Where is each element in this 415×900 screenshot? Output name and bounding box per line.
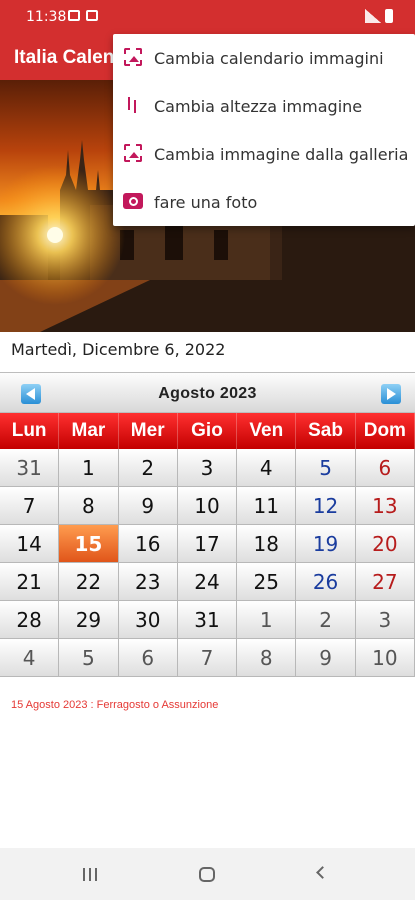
menu-item-label: Cambia altezza immagine: [154, 96, 363, 116]
next-month-button[interactable]: [381, 384, 401, 404]
weekday-tue: Mar: [59, 413, 119, 449]
day-cell[interactable]: 1: [237, 601, 297, 639]
weekday-thu: Gio: [178, 413, 238, 449]
day-cell[interactable]: 4: [0, 639, 60, 677]
weekday-header: Lun Mar Mer Gio Ven Sab Dom: [0, 413, 415, 449]
menu-item-label: Cambia immagine dalla galleria: [154, 144, 409, 164]
day-cell[interactable]: 1: [59, 449, 119, 487]
home-icon[interactable]: [199, 867, 215, 882]
day-cell[interactable]: 5: [59, 639, 119, 677]
day-cell[interactable]: 4: [237, 449, 297, 487]
weekday-sat: Sab: [296, 413, 356, 449]
day-cell[interactable]: 17: [177, 525, 238, 563]
day-cell[interactable]: 9: [118, 487, 178, 525]
gallery-icon: [124, 144, 142, 162]
day-cell[interactable]: 16: [118, 525, 178, 563]
options-menu: Cambia calendario immagini Cambia altezz…: [113, 34, 415, 226]
menu-item-change-image-height[interactable]: Cambia altezza immagine: [113, 82, 415, 130]
recents-icon[interactable]: [83, 868, 97, 881]
day-cell[interactable]: 6: [355, 449, 415, 487]
menu-item-change-image-from-gallery[interactable]: Cambia immagine dalla galleria: [113, 130, 415, 178]
day-cell[interactable]: 6: [118, 639, 178, 677]
calendar: Agosto 2023 Lun Mar Mer Gio Ven Sab Dom …: [0, 372, 415, 677]
menu-item-change-calendar-images[interactable]: Cambia calendario immagini: [113, 34, 415, 82]
status-time: 11:38: [26, 9, 67, 25]
status-bar: 11:38: [0, 0, 415, 34]
system-navigation-bar: [0, 848, 415, 900]
day-cell[interactable]: 12: [296, 487, 356, 525]
holiday-note: 15 Agosto 2023 : Ferragosto o Assunzione: [11, 699, 219, 711]
day-cell[interactable]: 10: [355, 639, 415, 677]
weekday-mon: Lun: [0, 413, 60, 449]
day-cell[interactable]: 28: [0, 601, 60, 639]
day-cell[interactable]: 3: [177, 449, 238, 487]
day-cell[interactable]: 2: [118, 449, 178, 487]
day-cell[interactable]: 18: [237, 525, 297, 563]
weekday-fri: Ven: [237, 413, 297, 449]
day-cell[interactable]: 10: [177, 487, 238, 525]
weekday-wed: Mer: [119, 413, 178, 449]
signal-icon: [365, 9, 381, 23]
day-cell[interactable]: 31: [177, 601, 238, 639]
day-cell[interactable]: 27: [355, 563, 415, 601]
day-cell[interactable]: 30: [118, 601, 178, 639]
day-cell[interactable]: 22: [59, 563, 119, 601]
day-cell[interactable]: 9: [296, 639, 356, 677]
day-cell[interactable]: 21: [0, 563, 60, 601]
day-cell[interactable]: 3: [355, 601, 415, 639]
menu-item-label: Cambia calendario immagini: [154, 48, 384, 68]
weekday-sun: Dom: [356, 413, 415, 449]
day-cell[interactable]: 29: [59, 601, 119, 639]
image-icon: [124, 48, 142, 66]
notification-icon: [86, 10, 98, 21]
day-cell[interactable]: 7: [177, 639, 238, 677]
month-label: Agosto 2023: [158, 385, 257, 402]
day-cell[interactable]: 25: [237, 563, 297, 601]
day-cell[interactable]: 7: [0, 487, 60, 525]
day-cell[interactable]: 26: [296, 563, 356, 601]
back-icon[interactable]: [316, 866, 329, 879]
day-cell[interactable]: 23: [118, 563, 178, 601]
battery-icon: [385, 9, 393, 23]
day-cell[interactable]: 24: [177, 563, 238, 601]
menu-item-label: fare una foto: [154, 192, 258, 212]
current-date: Martedì, Dicembre 6, 2022: [11, 340, 226, 359]
month-navigation: Agosto 2023: [0, 372, 415, 413]
day-grid: 31 1 2 3 4 5 6 7 8 9 10 11 12 13 14 15 1…: [0, 449, 415, 677]
day-cell[interactable]: 11: [237, 487, 297, 525]
day-cell[interactable]: 19: [296, 525, 356, 563]
menu-item-take-photo[interactable]: fare una foto: [113, 178, 415, 226]
height-icon: [128, 95, 140, 115]
day-cell-today[interactable]: 15: [59, 525, 119, 563]
day-cell[interactable]: 8: [59, 487, 119, 525]
notification-icons: [68, 10, 98, 21]
camera-icon: [123, 193, 143, 209]
day-cell[interactable]: 20: [355, 525, 415, 563]
cloud-icon: [68, 10, 80, 21]
day-cell[interactable]: 8: [237, 639, 297, 677]
day-cell[interactable]: 13: [355, 487, 415, 525]
system-icons: [365, 9, 393, 23]
day-cell[interactable]: 5: [296, 449, 356, 487]
day-cell[interactable]: 14: [0, 525, 60, 563]
day-cell[interactable]: 2: [296, 601, 356, 639]
day-cell[interactable]: 31: [0, 449, 60, 487]
